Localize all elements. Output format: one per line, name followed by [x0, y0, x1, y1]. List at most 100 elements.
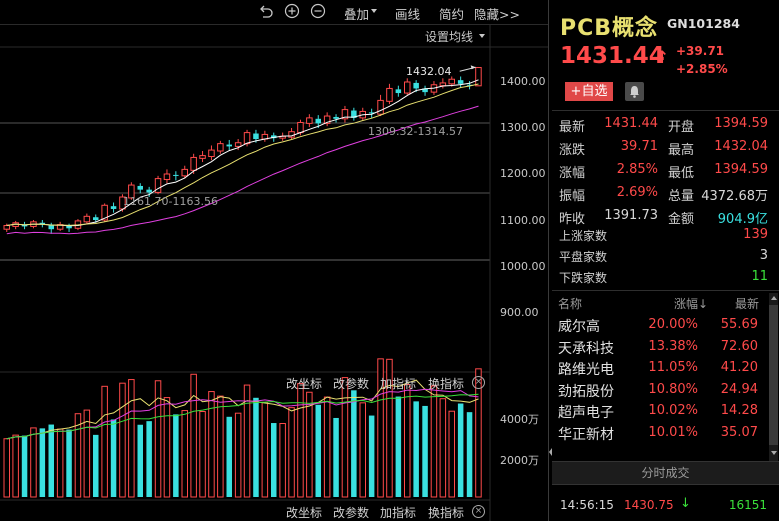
- close-icon[interactable]: ×: [472, 376, 485, 389]
- candle-body: [137, 185, 143, 190]
- scroll-up-icon[interactable]: [770, 294, 778, 302]
- candle-body: [395, 89, 402, 94]
- candle-body: [377, 99, 384, 115]
- candle-body: [404, 81, 411, 94]
- col-header-name[interactable]: 名称: [558, 295, 582, 312]
- stat-value: 1394.59: [714, 116, 768, 131]
- switch-indicator-button[interactable]: 换指标: [428, 504, 464, 521]
- close-icon[interactable]: ×: [472, 505, 485, 518]
- zoom-in-icon[interactable]: [284, 3, 300, 19]
- kline-chart[interactable]: [0, 25, 548, 521]
- breadth-value: 3: [759, 248, 768, 263]
- volume-bar: [315, 404, 321, 497]
- stat-value: 2.85%: [616, 162, 658, 177]
- candle-body: [173, 174, 179, 176]
- volume-bar: [234, 412, 242, 498]
- volume-bar: [323, 396, 331, 498]
- volume-bar: [395, 396, 402, 497]
- hide-button[interactable]: 隐藏>>: [474, 4, 520, 23]
- scrollbar-thumb[interactable]: [769, 305, 778, 445]
- alert-bell-button[interactable]: [625, 82, 644, 101]
- overlay-menu[interactable]: 叠加: [344, 4, 369, 23]
- sector-code: GN101284: [667, 16, 740, 31]
- member-row[interactable]: 华正新材 10.01% 35.07: [552, 424, 767, 444]
- volume-bar: [119, 382, 126, 498]
- price-tick: 1200.00: [500, 167, 546, 180]
- member-row[interactable]: 路维光电 11.05% 41.20: [552, 359, 767, 379]
- tick-time: 14:56:15: [560, 498, 614, 512]
- stat-label: 最低: [668, 166, 695, 181]
- ma-lines-group: [6, 79, 479, 235]
- change-axis-button[interactable]: 改坐标: [286, 375, 322, 392]
- volume-bar: [279, 423, 286, 498]
- stat-value: 1431.44: [604, 116, 658, 131]
- draw-line-button[interactable]: 画线: [395, 4, 420, 23]
- member-name: 超声电子: [558, 405, 614, 421]
- undo-icon[interactable]: [258, 3, 274, 19]
- member-price: 35.07: [720, 424, 758, 440]
- change-params-button[interactable]: 改参数: [333, 504, 369, 521]
- volume-bar: [333, 417, 339, 497]
- divider: [552, 290, 779, 291]
- breadth-value: 139: [743, 227, 768, 242]
- volume-bar: [101, 385, 108, 498]
- volume-bar: [448, 410, 455, 498]
- member-pct: 10.01%: [648, 424, 698, 440]
- stat-value: 39.71: [620, 139, 658, 154]
- switch-indicator-button[interactable]: 换指标: [428, 375, 464, 392]
- volume-bar: [83, 409, 91, 498]
- member-row[interactable]: 威尔高 20.00% 55.69: [552, 316, 767, 336]
- candle-body: [83, 215, 91, 223]
- volume-bar: [457, 403, 464, 497]
- candle-body: [413, 82, 419, 89]
- bell-icon: [630, 86, 639, 98]
- member-pct: 13.38%: [648, 338, 698, 354]
- member-price: 55.69: [720, 317, 758, 332]
- price-tick: 1400.00: [500, 75, 546, 88]
- ticks-title: 分时成交: [641, 466, 690, 480]
- volume-bar: [163, 397, 171, 498]
- stat-label: 昨收: [559, 212, 586, 227]
- volume-bar: [226, 416, 232, 497]
- candle-body: [110, 206, 117, 209]
- volume-bar: [199, 411, 206, 498]
- stat-value: 2.69%: [616, 185, 658, 200]
- candle-body: [253, 133, 259, 140]
- member-row[interactable]: 劲拓股份 10.80% 24.94: [552, 381, 767, 401]
- stat-label: 总量: [668, 189, 695, 204]
- candle-body: [208, 149, 215, 158]
- stat-value: 1394.59: [714, 162, 768, 177]
- volume-bar: [39, 428, 46, 497]
- member-pct: 10.02%: [648, 403, 698, 418]
- scroll-down-icon[interactable]: [770, 449, 778, 457]
- member-row[interactable]: 天承科技 13.38% 72.60: [552, 338, 767, 358]
- candle-body: [181, 168, 188, 177]
- set-ma-button[interactable]: 设置均线: [425, 28, 473, 45]
- add-indicator-button[interactable]: 加指标: [380, 375, 416, 392]
- tick-volume: 16151: [728, 498, 767, 512]
- zoom-out-icon[interactable]: [310, 3, 326, 19]
- change-params-button[interactable]: 改参数: [333, 375, 369, 392]
- member-row[interactable]: 超声电子 10.02% 14.28: [552, 402, 767, 422]
- volume-bar: [137, 424, 143, 497]
- candle-body: [163, 173, 171, 181]
- divider: [552, 110, 779, 111]
- ma5-line: [6, 79, 479, 227]
- change-axis-button[interactable]: 改坐标: [286, 504, 322, 521]
- col-header-price[interactable]: 最新: [714, 295, 759, 312]
- candle-body: [386, 87, 393, 102]
- tick-price: 1430.75: [624, 498, 674, 512]
- col-header-pct[interactable]: 涨幅↓: [658, 295, 708, 312]
- candle-body: [439, 82, 447, 87]
- add-favorite-button[interactable]: +自选: [565, 82, 613, 101]
- volume-bar: [430, 385, 438, 498]
- simple-mode-button[interactable]: 简约: [439, 4, 464, 23]
- price-tick: 1100.00: [500, 214, 546, 227]
- volume-bar: [261, 401, 269, 498]
- add-indicator-button[interactable]: 加指标: [380, 504, 416, 521]
- dropdown-caret-icon: [371, 9, 377, 13]
- volume-bar: [359, 402, 366, 498]
- volume-bar: [21, 435, 28, 497]
- candle-body: [217, 143, 224, 152]
- member-price: 24.94: [720, 381, 758, 397]
